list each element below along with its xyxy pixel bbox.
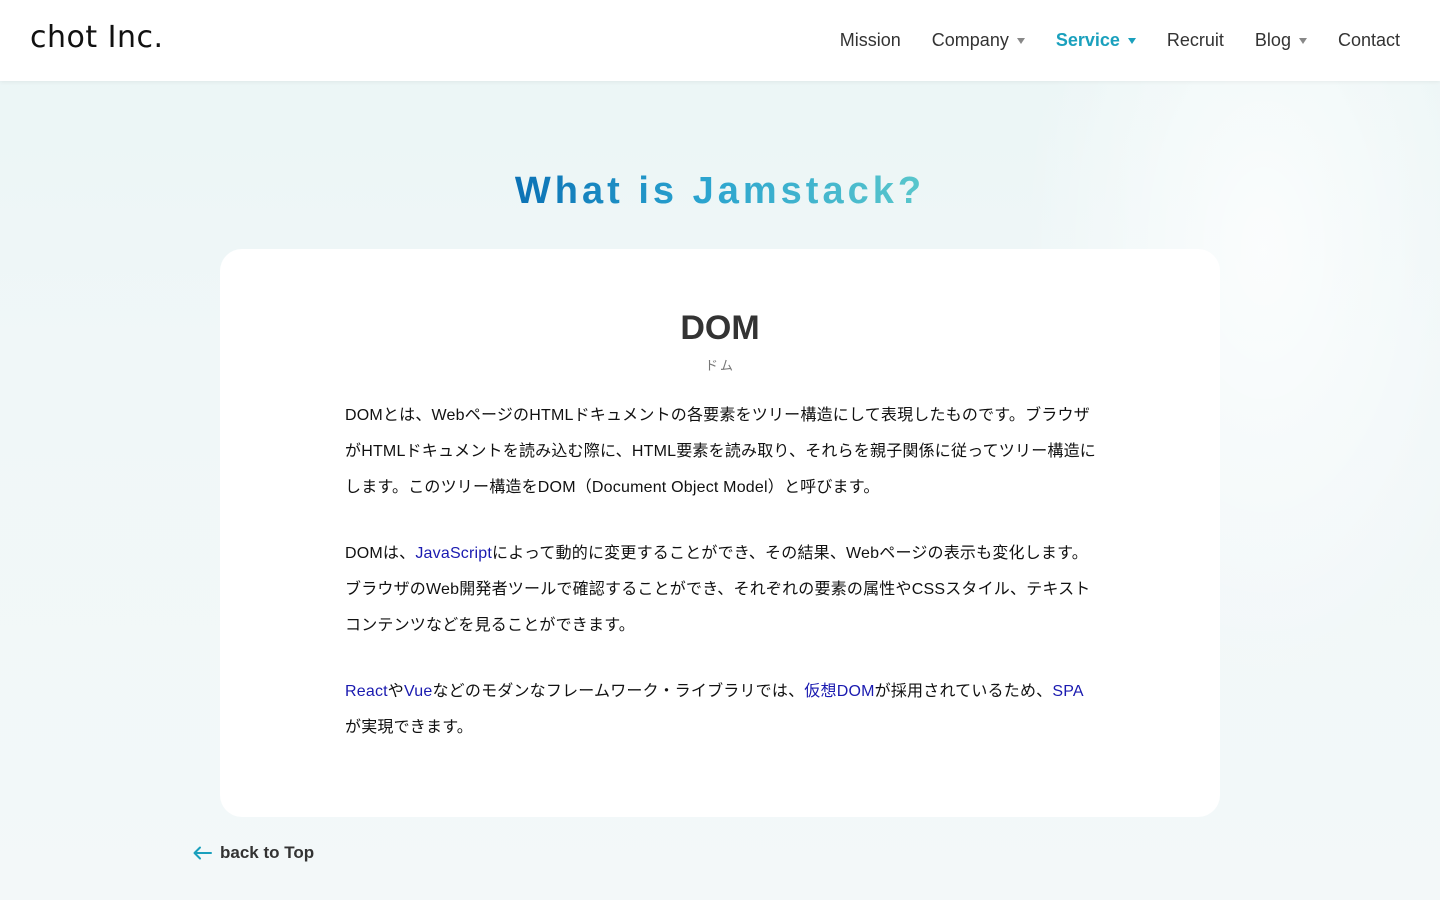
nav-item-company[interactable]: Company <box>932 30 1025 51</box>
link-vue[interactable]: Vue <box>404 683 432 700</box>
link-javascript[interactable]: JavaScript <box>415 545 492 562</box>
term-reading: ドム <box>704 358 735 373</box>
nav-item-label: Mission <box>839 30 901 50</box>
nav-item-service[interactable]: Service <box>1056 30 1136 51</box>
chevron-down-icon <box>1298 38 1307 44</box>
nav-item-label: Contact <box>1337 30 1400 50</box>
paragraph-text: や <box>387 683 404 700</box>
term-title: DOM <box>680 309 760 347</box>
glossary-card: DOM ドム DOMとは、WebページのHTMLドキュメントの各要素をツリー構造… <box>220 249 1220 817</box>
nav-item-recruit[interactable]: Recruit <box>1167 30 1224 51</box>
nav-item-label: Recruit <box>1166 30 1224 50</box>
paragraph-text: などのモダンなフレームワーク・ライブラリでは、 <box>432 683 805 700</box>
nav-item-label: Company <box>931 30 1009 50</box>
site-logo[interactable]: chot Inc. <box>30 20 164 55</box>
nav-item-blog[interactable]: Blog <box>1255 30 1307 51</box>
main-nav: Mission Company Service Recruit Blog Con… <box>809 0 1400 81</box>
paragraph-3: ReactやVueなどのモダンなフレームワーク・ライブラリでは、仮想DOMが採用… <box>345 674 1097 746</box>
nav-item-label: Service <box>1055 30 1120 50</box>
paragraph-2: DOMは、JavaScriptによって動的に変更することができ、その結果、Web… <box>345 536 1097 644</box>
link-virtual-dom[interactable]: 仮想DOM <box>804 683 874 700</box>
nav-item-label: Blog <box>1254 30 1291 50</box>
paragraph-text: DOMは、 <box>345 545 416 562</box>
paragraph-text: が実現できます。 <box>345 719 474 736</box>
back-to-top-link[interactable]: back to Top <box>193 843 314 863</box>
nav-item-mission[interactable]: Mission <box>840 30 901 51</box>
arrow-left-icon <box>193 846 212 860</box>
section-title: What is Jamstack? <box>514 170 926 212</box>
nav-item-contact[interactable]: Contact <box>1338 30 1400 51</box>
chevron-down-icon <box>1127 38 1136 44</box>
site-header: chot Inc. Mission Company Service Recrui… <box>0 0 1440 81</box>
section-title-wrap: What is Jamstack? <box>0 170 1440 213</box>
paragraph-text: が採用されているため、 <box>874 683 1053 700</box>
link-react[interactable]: React <box>345 683 388 700</box>
link-spa[interactable]: SPA <box>1052 683 1083 700</box>
paragraph-1: DOMとは、WebページのHTMLドキュメントの各要素をツリー構造にして表現した… <box>345 407 1096 496</box>
back-to-top-label: back to Top <box>220 843 315 862</box>
chevron-down-icon <box>1016 38 1025 44</box>
term-description: DOMとは、WebページのHTMLドキュメントの各要素をツリー構造にして表現した… <box>345 398 1097 776</box>
